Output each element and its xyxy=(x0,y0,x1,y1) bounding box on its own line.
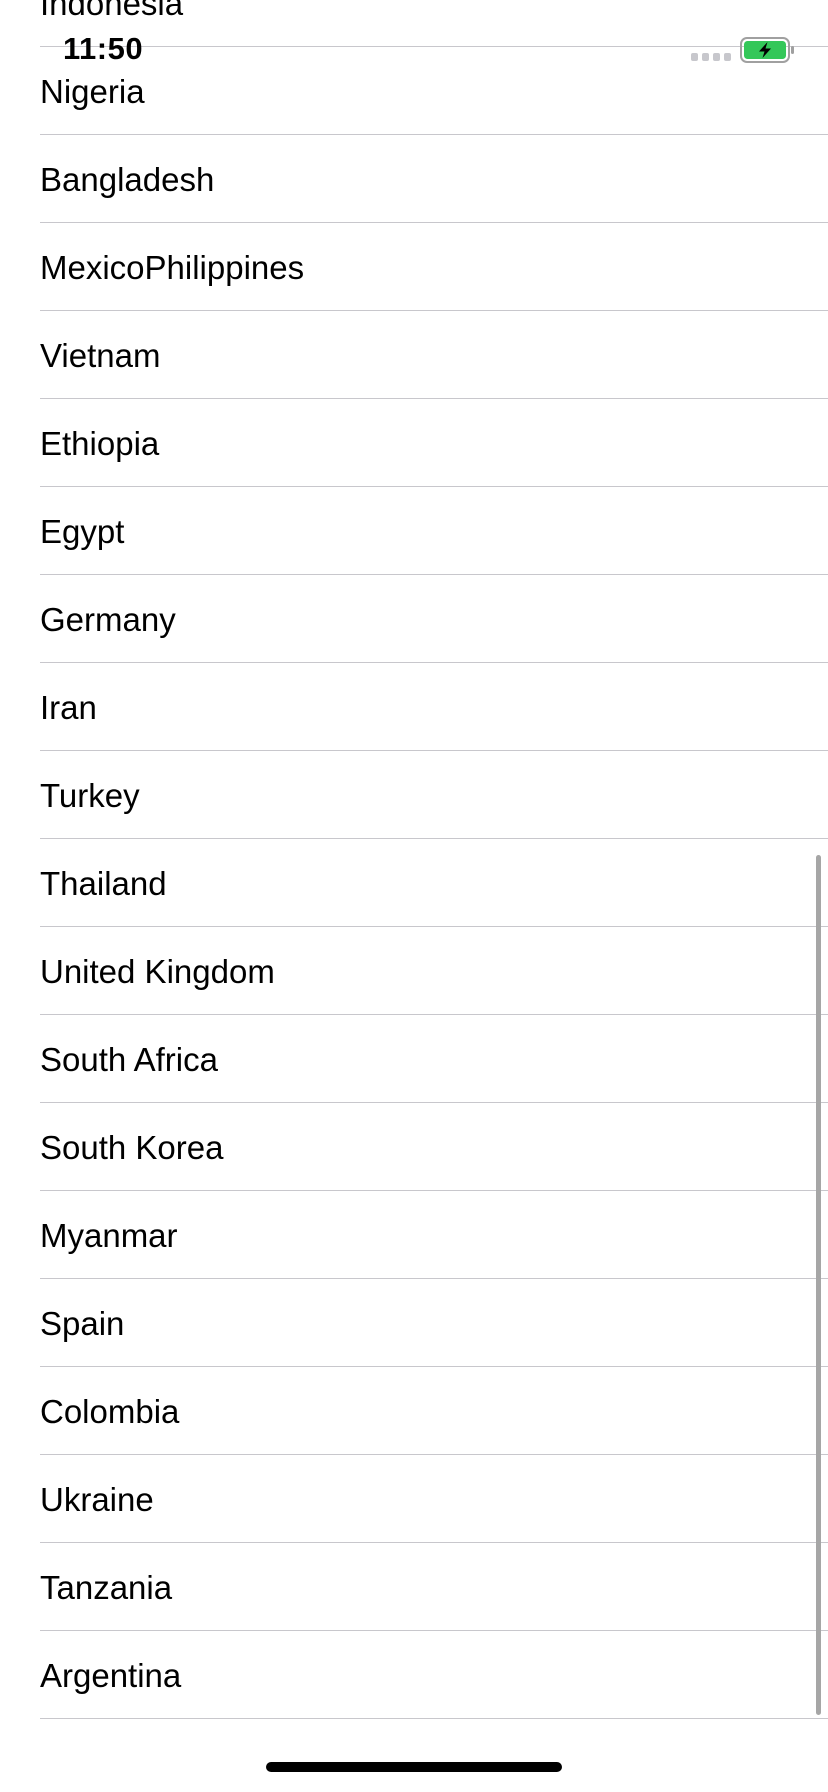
country-label: Ukraine xyxy=(40,1481,154,1518)
list-item[interactable]: Colombia xyxy=(0,1367,828,1455)
list-item[interactable]: Turkey xyxy=(0,751,828,839)
country-label: United Kingdom xyxy=(40,953,275,990)
list-item[interactable]: Myanmar xyxy=(0,1191,828,1279)
list-item[interactable]: Thailand xyxy=(0,839,828,927)
country-label: Colombia xyxy=(40,1393,180,1430)
country-label: Myanmar xyxy=(40,1217,178,1254)
country-label: Egypt xyxy=(40,513,125,550)
list-item[interactable]: Vietnam xyxy=(0,311,828,399)
country-label: Vietnam xyxy=(40,337,161,374)
country-label: MexicoPhilippines xyxy=(40,249,305,286)
country-label: Thailand xyxy=(40,865,167,902)
list-item[interactable]: Egypt xyxy=(0,487,828,575)
list-item[interactable]: Tanzania xyxy=(0,1543,828,1631)
country-label: South Africa xyxy=(40,1041,218,1078)
country-list[interactable]: Indonesia Nigeria Bangladesh MexicoPhilippi… xyxy=(0,0,828,1719)
country-label: Bangladesh xyxy=(40,161,215,198)
list-item[interactable]: Ukraine xyxy=(0,1455,828,1543)
country-label: Iran xyxy=(40,689,97,726)
list-item[interactable]: South Africa xyxy=(0,1015,828,1103)
country-label: Nigeria xyxy=(40,73,145,110)
list-item[interactable]: Ethiopia xyxy=(0,399,828,487)
list-item[interactable]: Germany xyxy=(0,575,828,663)
country-label: South Korea xyxy=(40,1129,224,1166)
list-item[interactable]: Argentina xyxy=(0,1631,828,1719)
country-label: Tanzania xyxy=(40,1569,173,1606)
country-label: Indonesia xyxy=(40,0,184,22)
home-indicator[interactable] xyxy=(266,1762,562,1772)
list-item[interactable]: United Kingdom xyxy=(0,927,828,1015)
list-item[interactable]: Nigeria xyxy=(0,47,828,135)
country-label: Germany xyxy=(40,601,176,638)
list-item[interactable]: Bangladesh xyxy=(0,135,828,223)
list-item[interactable]: Spain xyxy=(0,1279,828,1367)
country-label: Argentina xyxy=(40,1657,182,1694)
list-item[interactable]: South Korea xyxy=(0,1103,828,1191)
country-label: Spain xyxy=(40,1305,125,1342)
list-item[interactable]: MexicoPhilippines xyxy=(0,223,828,311)
country-label: Turkey xyxy=(40,777,140,814)
scroll-indicator[interactable] xyxy=(816,855,821,1715)
list-item[interactable]: Indonesia xyxy=(0,0,828,47)
country-label: Ethiopia xyxy=(40,425,160,462)
list-item[interactable]: Iran xyxy=(0,663,828,751)
